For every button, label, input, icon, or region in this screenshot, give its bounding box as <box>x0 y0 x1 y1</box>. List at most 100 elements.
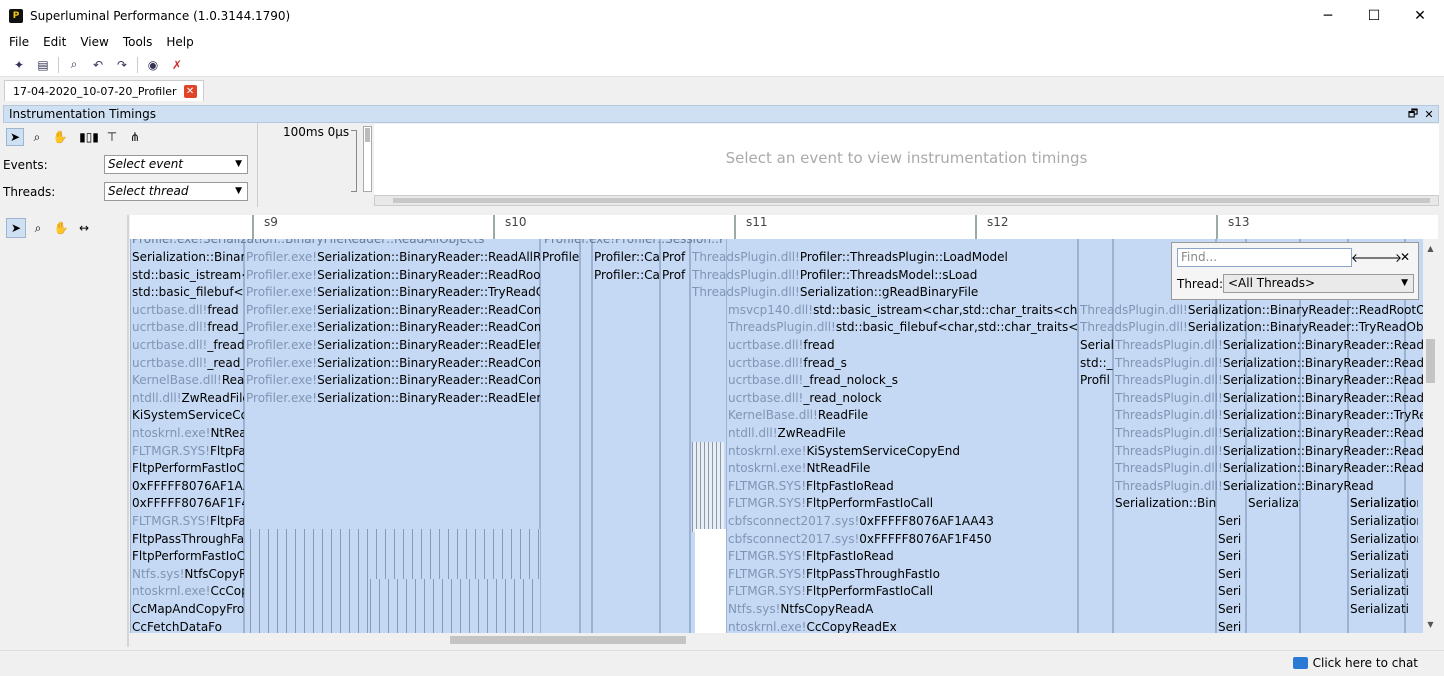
maximize-button[interactable]: ☐ <box>1351 0 1397 31</box>
pan-tool-icon[interactable]: ✋ <box>51 128 69 146</box>
call-label[interactable]: FLTMGR.SYS!FltpPerformFastIoCall <box>726 583 1078 600</box>
timings-scroll-thumb[interactable] <box>393 198 1430 203</box>
call-label[interactable]: Ntfs.sys!NtfsCopyRe <box>130 566 244 583</box>
call-label[interactable]: ThreadsPlugin.dll!Serialization::BinaryR… <box>1113 407 1423 424</box>
call-label[interactable]: ThreadsPlugin.dll!Serialization::BinaryR… <box>1113 355 1423 372</box>
call-label[interactable]: FLTMGR.SYS!FltpFas <box>130 443 244 460</box>
call-label[interactable]: std::basic_istream<c <box>130 267 244 284</box>
call-label[interactable]: ucrtbase.dll!_read_n <box>130 355 244 372</box>
call-label[interactable]: Profiler.exe!Serialization::BinaryReader… <box>244 249 540 266</box>
call-label[interactable]: Seri <box>1216 531 1246 548</box>
call-label[interactable]: Serialization:: <box>1348 495 1418 512</box>
call-label[interactable]: ucrtbase.dll!fread_s <box>726 355 1078 372</box>
call-label[interactable]: KernelBase.dll!Read <box>130 372 244 389</box>
splitter[interactable] <box>127 215 129 647</box>
call-label[interactable]: FltpPerformFastIoCa <box>130 548 244 565</box>
menu-help[interactable]: Help <box>161 35 198 49</box>
call-label[interactable]: cbfsconnect2017.sys!0xFFFFF8076AF1AA43 <box>726 513 1078 530</box>
call-label[interactable]: Serialization:: <box>1348 513 1418 530</box>
hierarchy-view-icon[interactable]: ⋔ <box>126 128 144 146</box>
call-label[interactable]: Serializati <box>1348 548 1418 565</box>
call-label[interactable]: ntoskrnl.exe!CcCopy <box>130 583 244 600</box>
call-label[interactable]: FLTMGR.SYS!FltpFastIoRead <box>726 548 1078 565</box>
call-label[interactable]: ThreadsPlugin.dll!Profiler::ThreadsPlugi… <box>690 249 1230 266</box>
call-label[interactable]: 0xFFFFF8076AF1AA <box>130 478 244 495</box>
call-label[interactable]: Profiler.exe!Serialization::BinaryReader… <box>244 284 540 301</box>
call-label[interactable]: ThreadsPlugin.dll!Serialization::BinaryR… <box>1113 460 1423 477</box>
find-input[interactable]: Find... <box>1177 248 1352 267</box>
call-label[interactable]: Profiler.exe!Serialization::BinaryReader… <box>244 267 540 284</box>
call-label[interactable]: Serialization::Binar <box>1113 495 1216 512</box>
call-label[interactable]: ThreadsPlugin.dll!Serialization::BinaryR… <box>1078 302 1423 319</box>
call-label[interactable]: Serialization::Binary <box>130 249 244 266</box>
call-label[interactable]: FltpPassThroughFas <box>130 531 244 548</box>
call-label[interactable]: KiSystemServiceCop <box>130 407 244 424</box>
timeline-hscrollbar[interactable] <box>130 633 1423 647</box>
call-label[interactable]: FLTMGR.SYS!FltpFas <box>130 513 244 530</box>
panel-restore-icon[interactable]: 🗗 <box>1406 106 1420 122</box>
tab-profiler-session[interactable]: 17-04-2020_10-07-20_Profiler ✕ <box>4 80 204 101</box>
fit-width-icon[interactable]: ↔ <box>74 218 94 238</box>
call-label[interactable]: Serializat <box>1246 495 1300 512</box>
call-label[interactable]: CcMapAndCopyFro <box>130 601 244 618</box>
call-label[interactable]: Serial <box>1078 337 1113 354</box>
tree-view-icon[interactable]: ⊤ <box>103 128 121 146</box>
call-label[interactable]: Prof <box>660 267 690 284</box>
pointer-tool-icon[interactable]: ➤ <box>6 128 24 146</box>
find-close-icon[interactable]: ✕ <box>1397 248 1413 266</box>
menu-file[interactable]: File <box>4 35 34 49</box>
call-label[interactable]: Seri <box>1216 583 1246 600</box>
hscroll-thumb[interactable] <box>450 636 686 644</box>
call-label[interactable]: FLTMGR.SYS!FltpPerformFastIoCall <box>726 495 1078 512</box>
call-label[interactable]: ThreadsPlugin.dll!Serialization::BinaryR… <box>1078 319 1423 336</box>
pan-tool-icon[interactable]: ✋ <box>51 218 71 238</box>
chat-link[interactable]: Click here to chat <box>1292 656 1418 670</box>
new-session-icon[interactable]: ✦ <box>10 56 28 74</box>
call-label[interactable]: KernelBase.dll!ReadFile <box>726 407 1078 424</box>
call-label[interactable]: CcFetchDataFo <box>130 619 244 633</box>
time-ruler[interactable]: s9 s10 s11 s12 s13 <box>130 215 1438 239</box>
timings-hscrollbar[interactable] <box>374 195 1439 206</box>
call-label[interactable]: Serializati <box>1348 566 1418 583</box>
call-label[interactable]: ThreadsPlugin.dll!Profiler::ThreadsModel… <box>690 267 1230 284</box>
scale-scrollbar[interactable] <box>363 126 372 192</box>
call-label[interactable]: FLTMGR.SYS!FltpFastIoRead <box>726 478 1078 495</box>
call-label[interactable]: Serializati <box>1348 601 1418 618</box>
close-button[interactable]: ✕ <box>1397 0 1443 31</box>
call-label[interactable]: Seri <box>1216 619 1246 633</box>
call-label[interactable]: Profiler::Call <box>592 249 660 266</box>
call-label[interactable]: ntoskrnl.exe!CcCopyReadEx <box>726 619 1078 633</box>
open-file-icon[interactable]: ▤ <box>34 56 52 74</box>
call-label[interactable]: Seri <box>1216 601 1246 618</box>
bars-view-icon[interactable]: ▮▯▮ <box>79 128 99 146</box>
call-label[interactable]: ThreadsPlugin.dll!Serialization::gReadBi… <box>690 284 1230 301</box>
zoom-tool-icon[interactable]: ⌕ <box>28 218 48 238</box>
call-label[interactable]: ThreadsPlugin.dll!Serialization::BinaryR… <box>1113 478 1423 495</box>
call-label[interactable]: 0xFFFFF8076AF1F45 <box>130 495 244 512</box>
run-icon[interactable]: ↷ <box>113 56 131 74</box>
thread-select[interactable]: <All Threads> ▼ <box>1223 274 1414 293</box>
events-select[interactable]: Select event ▼ <box>104 155 248 174</box>
timeline-vscrollbar[interactable]: ▲ ▼ <box>1423 239 1438 633</box>
call-label[interactable]: ucrtbase.dll!_fread_ <box>130 337 244 354</box>
find-icon[interactable]: ⌕ <box>65 56 83 74</box>
call-label[interactable]: msvcp140.dll!std::basic_istream<char,std… <box>726 302 1078 319</box>
panel-close-icon[interactable]: ✕ <box>1422 106 1436 122</box>
call-label[interactable]: ntoskrnl.exe!NtReadFile <box>726 460 1078 477</box>
scale-scroll-thumb[interactable] <box>365 128 370 142</box>
capture-icon[interactable]: ◉ <box>144 56 162 74</box>
call-label[interactable]: ntoskrnl.exe!KiSystemServiceCopyEnd <box>726 443 1078 460</box>
call-label[interactable]: ThreadsPlugin.dll!Serialization::BinaryR… <box>1113 425 1423 442</box>
call-label[interactable]: FltpPerformFastIoCa <box>130 460 244 477</box>
call-label[interactable]: ucrtbase.dll!fread <box>726 337 1078 354</box>
tab-close-icon[interactable]: ✕ <box>183 85 197 98</box>
call-label[interactable]: ucrtbase.dll!_fread_nolock_s <box>726 372 1078 389</box>
call-label[interactable]: Profile <box>540 249 580 266</box>
call-label[interactable]: Serializati <box>1348 583 1418 600</box>
call-label[interactable]: ntdll.dll!ZwReadFile <box>130 390 244 407</box>
call-label[interactable]: Seri <box>1216 548 1246 565</box>
call-label[interactable]: ThreadsPlugin.dll!Serialization::BinaryR… <box>1113 443 1423 460</box>
call-label[interactable]: Profil <box>1078 372 1113 389</box>
call-label[interactable]: Ntfs.sys!NtfsCopyReadA <box>726 601 1078 618</box>
call-label[interactable]: Profiler.exe!Serialization::BinaryReader… <box>244 302 540 319</box>
